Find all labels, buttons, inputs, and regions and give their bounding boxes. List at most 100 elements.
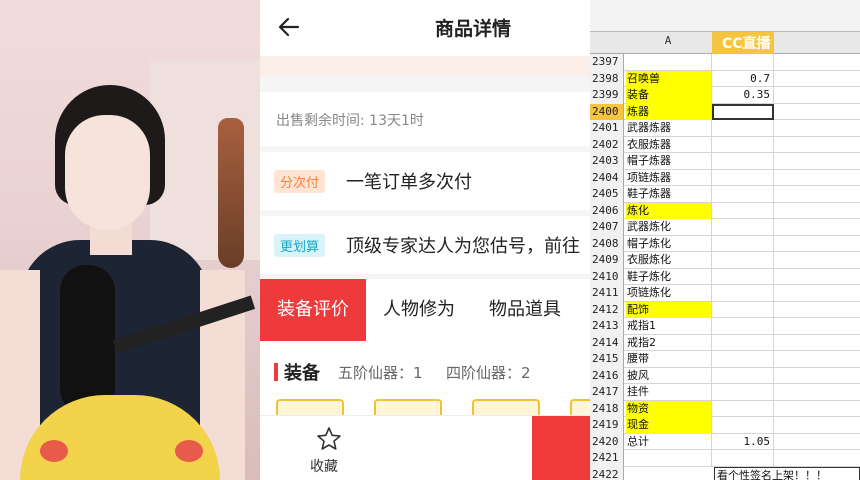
row-number[interactable]: 2416 xyxy=(590,367,624,384)
row-number[interactable]: 2398 xyxy=(590,70,624,87)
background-guitar xyxy=(218,118,244,268)
cell-a[interactable]: 戒指2 xyxy=(626,334,712,351)
cell-b[interactable] xyxy=(712,136,774,153)
bottom-action-bar: 收藏 xyxy=(260,415,590,480)
row-number[interactable]: 2397 xyxy=(590,54,624,71)
tier5-artifact-count: 五阶仙器：1 xyxy=(338,364,423,382)
row-number[interactable]: 2418 xyxy=(590,400,624,417)
row-number[interactable]: 2422 xyxy=(590,466,624,480)
cell-b[interactable] xyxy=(712,384,774,401)
row-number[interactable]: 2414 xyxy=(590,334,624,351)
cell-a[interactable]: 武器炼器 xyxy=(626,120,712,137)
cell-a[interactable]: 项链炼器 xyxy=(626,169,712,186)
cell-a[interactable]: 衣服炼器 xyxy=(626,136,712,153)
row-number[interactable]: 2421 xyxy=(590,450,624,467)
cell-a[interactable]: 鞋子炼化 xyxy=(626,268,712,285)
row-number[interactable]: 2420 xyxy=(590,433,624,450)
cell-b[interactable] xyxy=(712,219,774,236)
cell-a[interactable]: 物资 xyxy=(626,400,712,417)
cell-a[interactable]: 现金 xyxy=(626,417,712,434)
sale-timer-card: 出售剩余时间: 13天1时 xyxy=(260,92,590,146)
cell-a[interactable]: 衣服炼化 xyxy=(626,252,712,269)
sheet-row: 2398 召唤兽 0.7 xyxy=(590,70,860,87)
row-number[interactable]: 2413 xyxy=(590,318,624,335)
cell-b[interactable] xyxy=(712,301,774,318)
sheet-note-cell[interactable]: 看个性签名上架！！！ xyxy=(714,466,860,480)
cell-b[interactable] xyxy=(712,351,774,368)
cell-b[interactable] xyxy=(712,153,774,170)
column-a-header[interactable]: A xyxy=(626,34,710,47)
cell-b[interactable] xyxy=(712,120,774,137)
star-icon[interactable] xyxy=(316,426,342,452)
cell-a[interactable]: 戒指1 xyxy=(626,318,712,335)
tab-character-cultivation[interactable]: 人物修为 xyxy=(366,279,472,341)
cell-b[interactable] xyxy=(712,252,774,269)
row-number[interactable]: 2419 xyxy=(590,417,624,434)
detail-tabs: 装备评价 人物修为 物品道具 xyxy=(260,279,590,341)
sheet-row: 2411 项链炼化 xyxy=(590,285,860,302)
row-number[interactable]: 2411 xyxy=(590,285,624,302)
favorite-label[interactable]: 收藏 xyxy=(310,456,338,476)
cell-b[interactable] xyxy=(712,450,774,467)
cell-b[interactable] xyxy=(712,285,774,302)
row-number[interactable]: 2399 xyxy=(590,87,624,104)
cell-a[interactable]: 帽子炼器 xyxy=(626,153,712,170)
cell-b[interactable] xyxy=(712,202,774,219)
plush-cheek-right xyxy=(175,440,203,462)
row-number[interactable]: 2402 xyxy=(590,136,624,153)
cell-b[interactable] xyxy=(712,318,774,335)
tab-equipment-review[interactable]: 装备评价 xyxy=(260,279,366,341)
cell-a[interactable] xyxy=(626,54,712,71)
sheet-row: 2414 戒指2 xyxy=(590,334,860,351)
cell-a[interactable]: 挂件 xyxy=(626,384,712,401)
cell-a[interactable]: 装备 xyxy=(626,87,712,104)
estimate-row[interactable]: 更划算 顶级专家达人为您估号，前往 xyxy=(260,216,590,274)
cell-b[interactable] xyxy=(712,169,774,186)
buy-button[interactable] xyxy=(532,416,590,480)
row-number[interactable]: 2408 xyxy=(590,235,624,252)
row-number[interactable]: 2410 xyxy=(590,268,624,285)
row-number[interactable]: 2403 xyxy=(590,153,624,170)
sheet-row: 2417 挂件 xyxy=(590,384,860,401)
cell-a[interactable]: 炼器 xyxy=(626,103,712,120)
page-title: 商品详情 xyxy=(434,18,511,40)
cell-b[interactable] xyxy=(712,235,774,252)
cell-b[interactable] xyxy=(712,268,774,285)
row-number[interactable]: 2417 xyxy=(590,384,624,401)
cell-b[interactable] xyxy=(712,334,774,351)
cell-b[interactable] xyxy=(712,417,774,434)
row-number[interactable]: 2404 xyxy=(590,169,624,186)
row-number[interactable]: 2405 xyxy=(590,186,624,203)
product-detail-app: 商品详情 出售剩余时间: 13天1时 分次付 一笔订单多次付 更划算 顶级专家达… xyxy=(260,0,590,480)
cell-b[interactable]: 1.05 xyxy=(712,433,774,450)
sheet-row: 2420 总计 1.05 xyxy=(590,433,860,450)
cell-b[interactable] xyxy=(712,54,774,71)
row-number[interactable]: 2407 xyxy=(590,219,624,236)
cell-a[interactable]: 武器炼化 xyxy=(626,219,712,236)
cell-b[interactable] xyxy=(712,367,774,384)
row-number[interactable]: 2401 xyxy=(590,120,624,137)
cell-b[interactable] xyxy=(712,186,774,203)
row-number[interactable]: 2409 xyxy=(590,252,624,269)
cell-a[interactable]: 项链炼化 xyxy=(626,285,712,302)
installment-row[interactable]: 分次付 一笔订单多次付 xyxy=(260,152,590,210)
row-number[interactable]: 2406 xyxy=(590,202,624,219)
cell-a[interactable]: 鞋子炼器 xyxy=(626,186,712,203)
row-number[interactable]: 2415 xyxy=(590,351,624,368)
cell-a[interactable]: 召唤兽 xyxy=(626,70,712,87)
sheet-row: 2399 装备 0.35 xyxy=(590,87,860,104)
cell-a[interactable]: 披风 xyxy=(626,367,712,384)
cell-b[interactable] xyxy=(712,400,774,417)
cell-a[interactable]: 配饰 xyxy=(626,301,712,318)
cell-a[interactable]: 帽子炼化 xyxy=(626,235,712,252)
cell-a[interactable]: 腰带 xyxy=(626,351,712,368)
row-number[interactable]: 2412 xyxy=(590,301,624,318)
cell-b[interactable]: 0.7 xyxy=(712,70,774,87)
cell-a[interactable]: 炼化 xyxy=(626,202,712,219)
cell-a[interactable] xyxy=(626,450,712,467)
cell-b[interactable]: 0.35 xyxy=(712,87,774,104)
row-number[interactable]: 2400 xyxy=(590,103,624,120)
cell-a[interactable]: 总计 xyxy=(626,433,712,450)
selected-cell[interactable] xyxy=(712,103,774,120)
tab-items[interactable]: 物品道具 xyxy=(472,279,578,341)
